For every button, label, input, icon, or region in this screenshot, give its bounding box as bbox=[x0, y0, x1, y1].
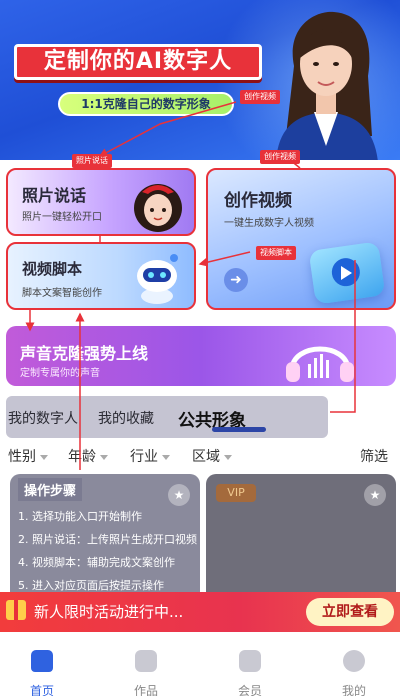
create-video-card[interactable]: 创作视频 一键生成数字人视频 ➜ bbox=[206, 168, 396, 310]
play-icon bbox=[341, 266, 352, 280]
active-tab-indicator bbox=[212, 427, 266, 432]
filter-industry[interactable]: 行业 bbox=[130, 446, 170, 466]
filter-region[interactable]: 区域 bbox=[192, 446, 232, 466]
filter-gender[interactable]: 性别 bbox=[8, 446, 48, 466]
nav-works[interactable]: 作品 bbox=[116, 650, 176, 696]
princess-avatar-icon bbox=[134, 184, 182, 232]
chevron-down-icon bbox=[100, 454, 108, 460]
favorite-star-icon[interactable]: ★ bbox=[364, 484, 386, 506]
crown-icon bbox=[239, 650, 261, 672]
filter-gender-label: 性别 bbox=[8, 449, 36, 465]
profile-icon bbox=[343, 650, 365, 672]
step-item: 2. 照片说话：上传照片生成开口视频 bbox=[18, 533, 197, 546]
video-script-subtitle: 脚本文案智能创作 bbox=[22, 288, 102, 299]
nav-home[interactable]: 首页 bbox=[12, 650, 72, 696]
bottom-nav: 首页 作品 会员 我的 bbox=[0, 640, 400, 696]
filter-age-label: 年龄 bbox=[68, 449, 96, 465]
video-script-title: 视频脚本 bbox=[22, 260, 83, 278]
home-icon bbox=[31, 650, 53, 672]
robot-icon bbox=[137, 254, 178, 304]
nav-works-label: 作品 bbox=[133, 684, 158, 696]
tab-my-avatars[interactable]: 我的数字人 bbox=[8, 408, 78, 428]
photo-talk-subtitle: 照片一键轻松开口 bbox=[22, 212, 102, 223]
promo-text: 新人限时活动进行中... bbox=[34, 603, 184, 621]
works-icon bbox=[135, 650, 157, 672]
headphones-icon bbox=[286, 346, 354, 382]
nav-membership-label: 会员 bbox=[237, 684, 262, 696]
nav-profile[interactable]: 我的 bbox=[324, 650, 384, 696]
hero-subtitle: 1:1克隆自己的数字形象 bbox=[58, 92, 234, 116]
chevron-down-icon bbox=[162, 454, 170, 460]
nav-profile-label: 我的 bbox=[341, 684, 366, 696]
view-now-button[interactable]: 立即查看 bbox=[306, 598, 394, 626]
step-item: 4. 视频脚本：辅助完成文案创作 bbox=[18, 556, 175, 569]
gift-icon bbox=[6, 600, 26, 620]
tab-my-favorites[interactable]: 我的收藏 bbox=[98, 408, 154, 428]
promo-bar[interactable]: 新人限时活动进行中... 立即查看 bbox=[0, 592, 400, 632]
create-video-subtitle: 一键生成数字人视频 bbox=[224, 218, 314, 229]
voice-clone-card[interactable]: 声音克隆强势上线 定制专属你的声音 bbox=[6, 326, 396, 386]
operation-steps: 操作步骤 1. 选择功能入口开始制作 2. 照片说话：上传照片生成开口视频 4.… bbox=[18, 478, 228, 593]
chevron-down-icon bbox=[40, 454, 48, 460]
photo-talk-card[interactable]: 照片说话 照片一键轻松开口 bbox=[6, 168, 196, 236]
nav-home-label: 首页 bbox=[29, 684, 54, 696]
step-item: 5. 进入对应页面后按提示操作 bbox=[18, 579, 164, 592]
presenter-illustration bbox=[276, 11, 378, 160]
filter-button[interactable]: 筛选 bbox=[360, 446, 388, 466]
chevron-down-icon bbox=[224, 454, 232, 460]
annotation-tag-script: 视频脚本 bbox=[256, 246, 296, 260]
annotation-tag-create: 创作视频 bbox=[240, 90, 280, 104]
avatar-card[interactable]: VIP ★ bbox=[206, 474, 396, 604]
annotation-tag-photo: 照片说话 bbox=[72, 154, 112, 168]
filter-region-label: 区域 bbox=[192, 449, 220, 465]
voice-clone-title: 声音克隆强势上线 bbox=[20, 344, 149, 363]
profile-tabs: 我的数字人 我的收藏 公共形象 bbox=[6, 396, 328, 438]
voice-clone-subtitle: 定制专属你的声音 bbox=[20, 368, 100, 379]
video-script-card[interactable]: 视频脚本 脚本文案智能创作 bbox=[6, 242, 196, 310]
hero-banner[interactable]: 定制你的AI数字人 1:1克隆自己的数字形象 创作视频 bbox=[0, 0, 400, 160]
filter-age[interactable]: 年龄 bbox=[68, 446, 108, 466]
step-item: 1. 选择功能入口开始制作 bbox=[18, 510, 142, 523]
annotation-tag-video: 创作视频 bbox=[260, 150, 300, 164]
steps-title: 操作步骤 bbox=[18, 478, 83, 501]
arrow-right-icon[interactable]: ➜ bbox=[224, 268, 248, 292]
hero-title: 定制你的AI数字人 bbox=[14, 44, 262, 80]
nav-membership[interactable]: 会员 bbox=[220, 650, 280, 696]
photo-talk-title: 照片说话 bbox=[22, 186, 87, 205]
create-video-title: 创作视频 bbox=[224, 191, 292, 211]
filter-industry-label: 行业 bbox=[130, 449, 158, 465]
